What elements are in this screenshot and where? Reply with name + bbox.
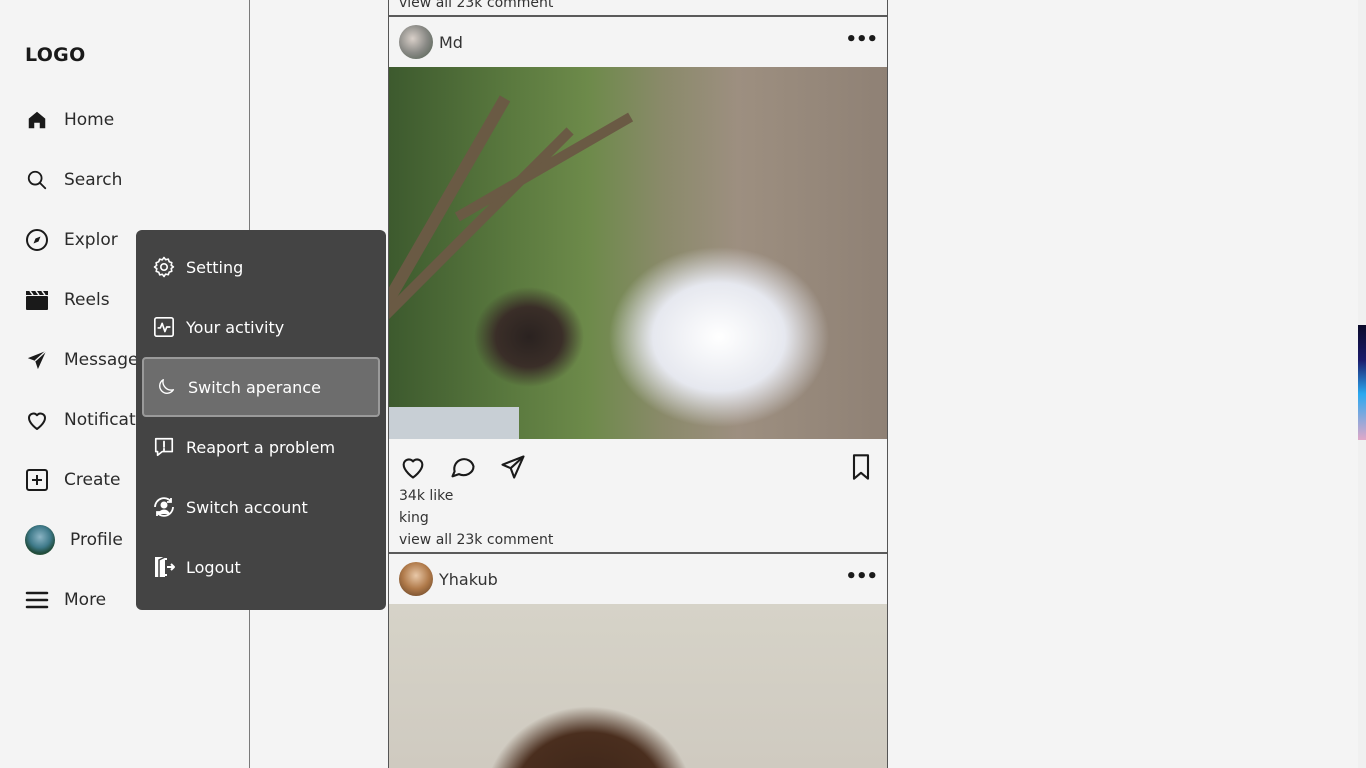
compass-icon [25,228,49,252]
menu-item-your-activity[interactable]: Your activity [142,297,380,357]
like-count: 34k like [399,488,454,504]
menu-item-label: Switch aperance [188,377,321,397]
sidebar-item-home[interactable]: Home [25,100,240,140]
sidebar-item-label: Explor [64,230,118,250]
menu-item-label: Your activity [186,317,285,337]
comment-icon[interactable] [449,453,477,481]
view-comments-link[interactable]: view all 23k comment [399,532,553,548]
post-header: Md ••• [389,17,887,67]
like-icon[interactable] [399,453,427,481]
bookmark-icon[interactable] [847,453,875,481]
view-comments-link[interactable]: view all 23k comment [399,0,553,11]
more-options-icon[interactable]: ••• [845,29,878,50]
menu-item-switch-account[interactable]: Switch account [142,477,380,537]
post-actions [389,439,887,489]
menu-item-label: Logout [186,557,241,577]
plus-square-icon [25,468,49,492]
menu-item-logout[interactable]: Logout [142,537,380,597]
scrollbar-thumb[interactable] [1358,325,1366,440]
moon-icon [154,375,178,399]
logout-icon [152,555,176,579]
sidebar-item-label: Profile [70,530,123,550]
image-detail [389,95,511,379]
sidebar-item-label: Create [64,470,121,490]
menu-item-label: Reaport a problem [186,437,336,457]
send-icon [25,348,49,372]
image-detail [389,407,519,439]
avatar[interactable] [399,562,433,596]
post-username[interactable]: Yhakub [439,570,498,589]
search-icon [25,168,49,192]
gear-icon [152,255,176,279]
sidebar-item-label: Home [64,110,115,130]
heart-icon [25,408,49,432]
more-options-icon[interactable]: ••• [845,566,878,587]
menu-item-label: Switch account [186,497,308,517]
sidebar-item-label: Reels [64,290,110,310]
activity-icon [152,315,176,339]
post-username[interactable]: Md [439,33,463,52]
avatar [25,525,55,555]
sidebar-item-label: Search [64,170,123,190]
switch-account-icon [152,495,176,519]
logo[interactable]: LOGO [25,44,86,66]
share-icon[interactable] [499,453,527,481]
post-image[interactable] [389,604,887,768]
more-menu: Setting Your activity Switch aperance Re… [136,230,386,610]
home-icon [25,108,49,132]
sidebar-item-label: More [64,590,107,610]
menu-item-report-problem[interactable]: Reaport a problem [142,417,380,477]
menu-item-switch-appearance[interactable]: Switch aperance [142,357,380,417]
post-header: Yhakub ••• [389,554,887,604]
sidebar-item-label: Message [64,350,139,370]
hamburger-icon [25,588,49,612]
clapperboard-icon [25,288,49,312]
post-caption: king [399,510,429,526]
menu-item-setting[interactable]: Setting [142,237,380,297]
feed: view all 23k comment Md ••• 34k like kin… [388,0,888,768]
report-icon [152,435,176,459]
menu-item-label: Setting [186,257,244,277]
avatar[interactable] [399,25,433,59]
sidebar-item-search[interactable]: Search [25,160,240,200]
post-image[interactable] [389,67,887,439]
